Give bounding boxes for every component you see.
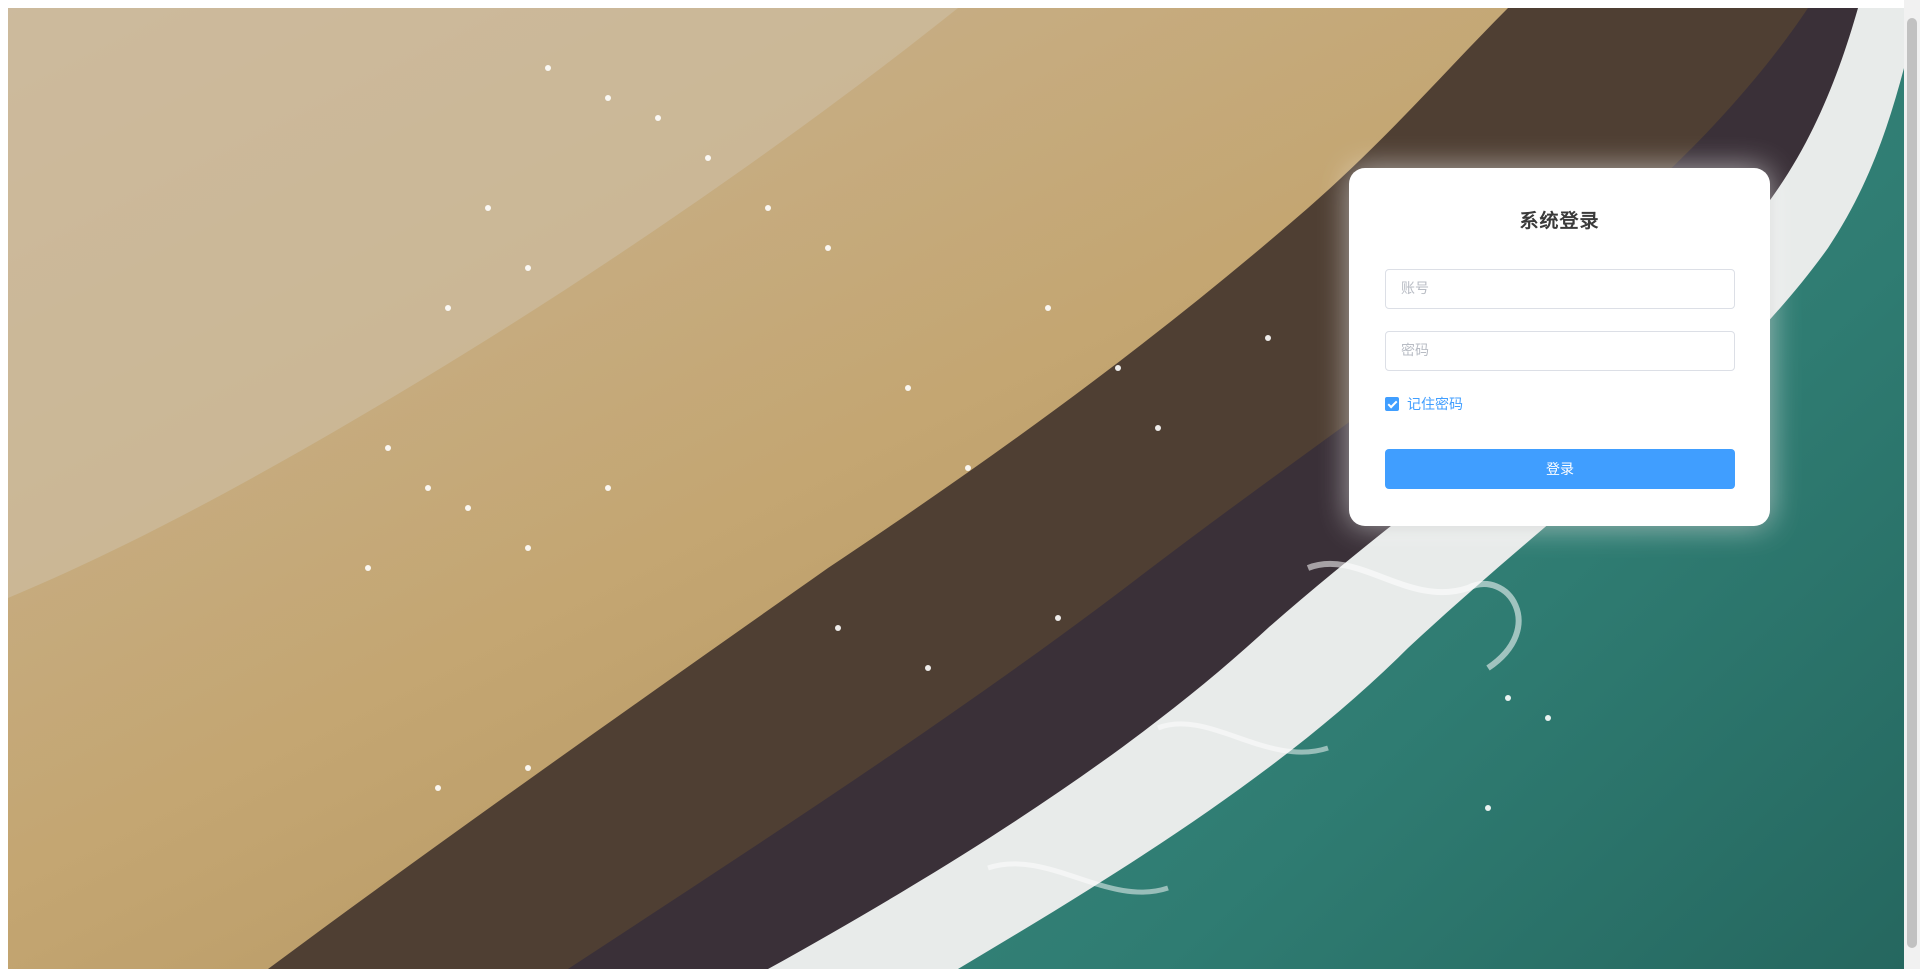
- page-viewport: 系统登录 记住密码 登录: [8, 8, 1904, 969]
- login-card: 系统登录 记住密码 登录: [1349, 168, 1770, 526]
- remember-password-label[interactable]: 记住密码: [1407, 394, 1463, 414]
- vertical-scrollbar[interactable]: [1904, 0, 1920, 969]
- password-field-wrapper: [1385, 331, 1735, 371]
- password-input[interactable]: [1386, 332, 1734, 370]
- checkbox-checked-icon[interactable]: [1385, 397, 1399, 411]
- login-title: 系统登录: [1519, 210, 1600, 232]
- account-field-wrapper: [1385, 269, 1735, 309]
- account-input[interactable]: [1386, 270, 1734, 308]
- login-button[interactable]: 登录: [1385, 449, 1735, 489]
- remember-password-checkbox[interactable]: 记住密码: [1385, 394, 1463, 414]
- scrollbar-thumb[interactable]: [1907, 18, 1917, 948]
